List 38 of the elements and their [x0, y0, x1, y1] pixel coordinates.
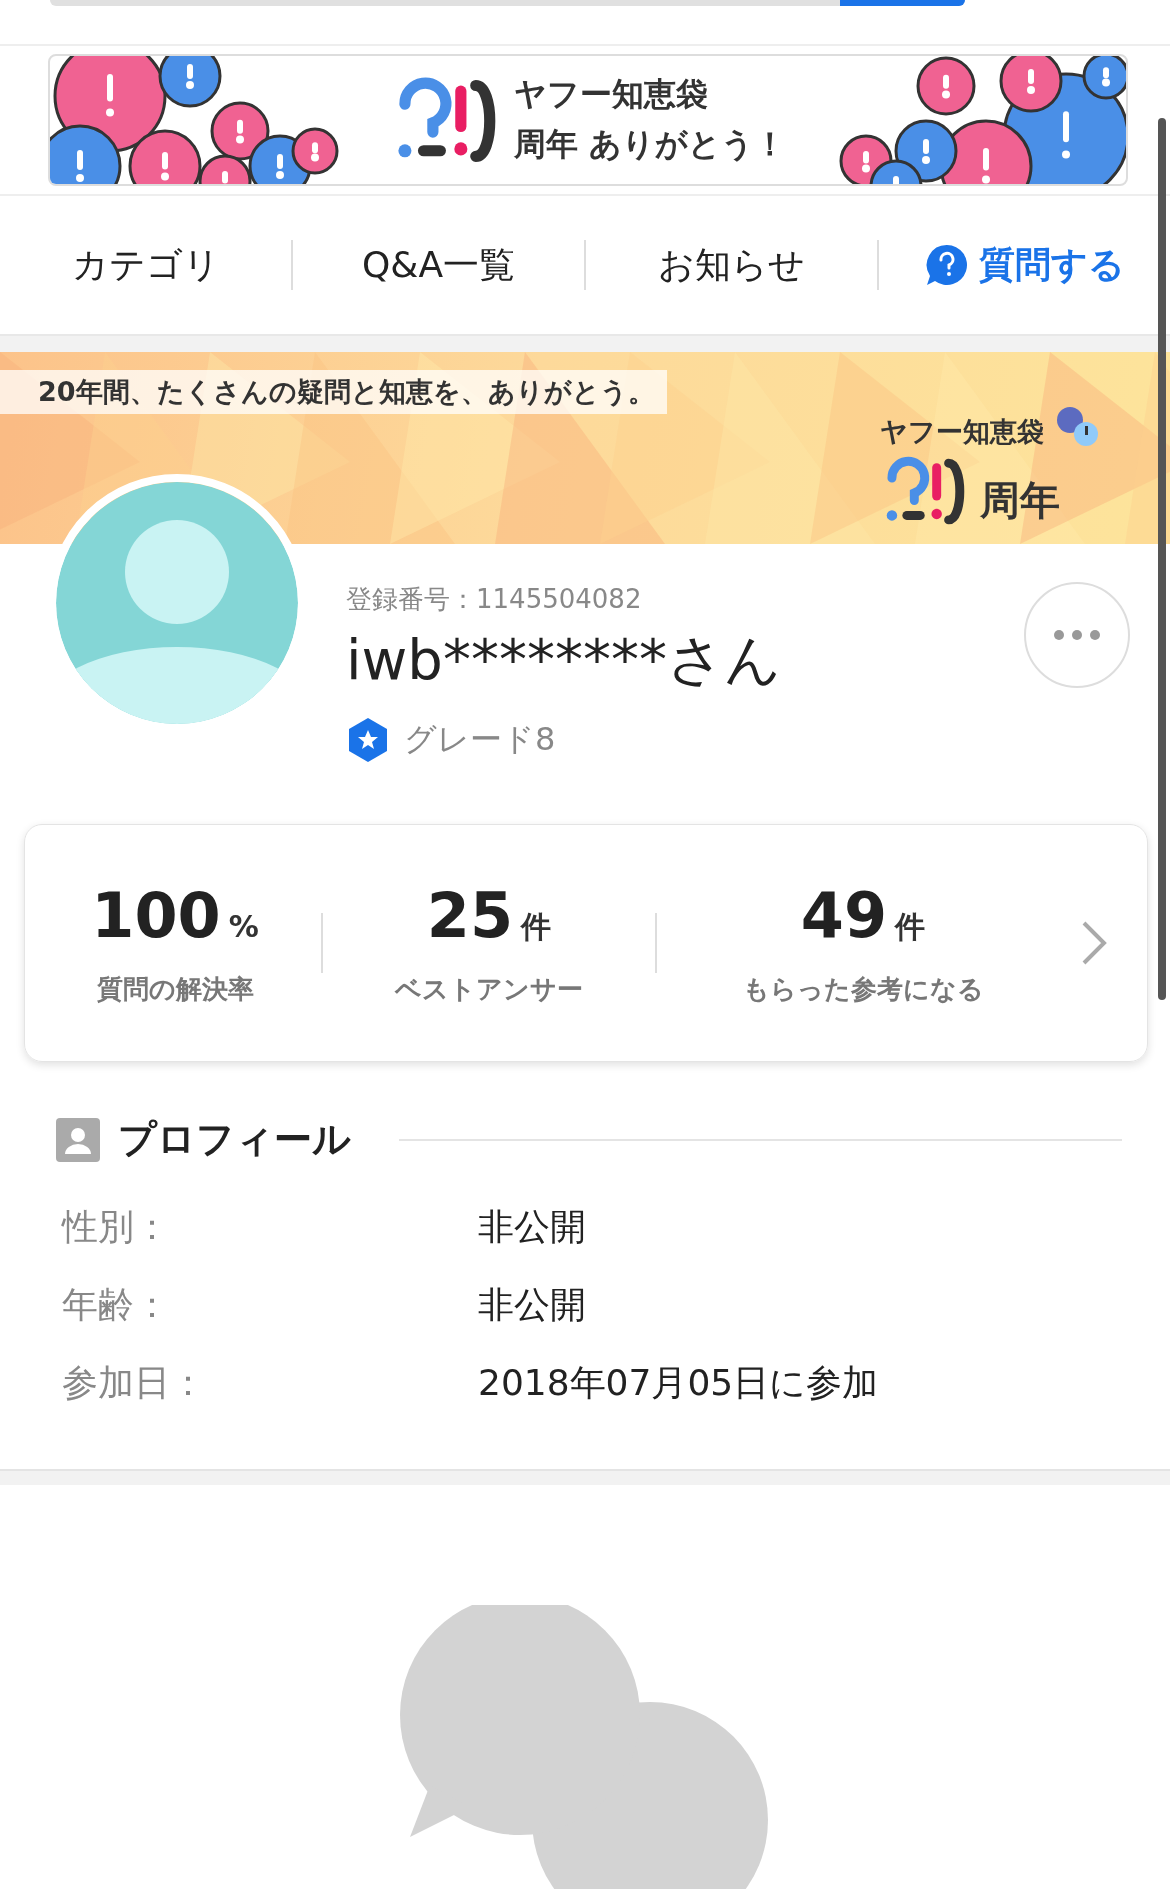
section-title: プロフィール: [118, 1116, 351, 1163]
field-value: 非公開: [478, 1204, 586, 1249]
stat-label: 質問の解決率: [96, 973, 254, 1006]
grade-badge-icon: [346, 717, 390, 763]
stat-label: ベストアンサー: [395, 973, 583, 1006]
grade-label: グレード8: [404, 719, 556, 760]
field-value: 2018年07月05日に参加: [478, 1360, 879, 1405]
profile-icon: [56, 1117, 100, 1162]
nav-tab[interactable]: カテゴリ: [0, 240, 293, 290]
stat-value: 25: [426, 879, 514, 952]
chevron-right-icon: [1081, 920, 1107, 966]
brand-name: ヤフー知恵袋: [880, 415, 1044, 449]
more-icon: [1053, 629, 1101, 641]
speech-bubbles-icon: [400, 1605, 770, 1889]
question-bubble-icon: [924, 243, 969, 287]
field-value: 非公開: [478, 1282, 586, 1327]
scrollbar[interactable]: [1158, 118, 1166, 1000]
anniversary-banner[interactable]: ヤフー知恵袋 周年 ありがとう！: [48, 54, 1128, 186]
search-button[interactable]: [840, 0, 965, 6]
user-name: iwb********さん: [346, 626, 782, 694]
hero-tagline: 20年間、たくさんの疑問と知恵を、ありがとう。: [0, 370, 667, 414]
stat-label: もらった参考になる: [742, 973, 984, 1006]
field-label: 年齢：: [61, 1282, 171, 1327]
nav-tab[interactable]: お知らせ: [586, 240, 879, 290]
registration-number: 登録番号：1145504082: [346, 583, 643, 616]
ask-question-link[interactable]: 質問する: [879, 240, 1170, 290]
stat-unit: %: [228, 909, 259, 944]
stat-unit: 件: [895, 908, 926, 946]
stat-value: 100: [91, 879, 221, 952]
anniversary-label: 周年: [980, 475, 1060, 525]
stat-value: 49: [800, 879, 888, 952]
banner-subtitle: 周年 ありがとう！: [513, 124, 787, 165]
nav-tab[interactable]: Q&A一覧: [293, 240, 586, 290]
stat-unit: 件: [521, 908, 552, 946]
field-label: 性別：: [60, 1204, 171, 1249]
stats-card[interactable]: 100% 質問の解決率 25 件 ベストアンサー 49 件 もらった参考になる: [24, 824, 1148, 1062]
banner-title: ヤフー知恵袋: [513, 74, 709, 115]
field-label: 参加日：: [61, 1360, 207, 1405]
